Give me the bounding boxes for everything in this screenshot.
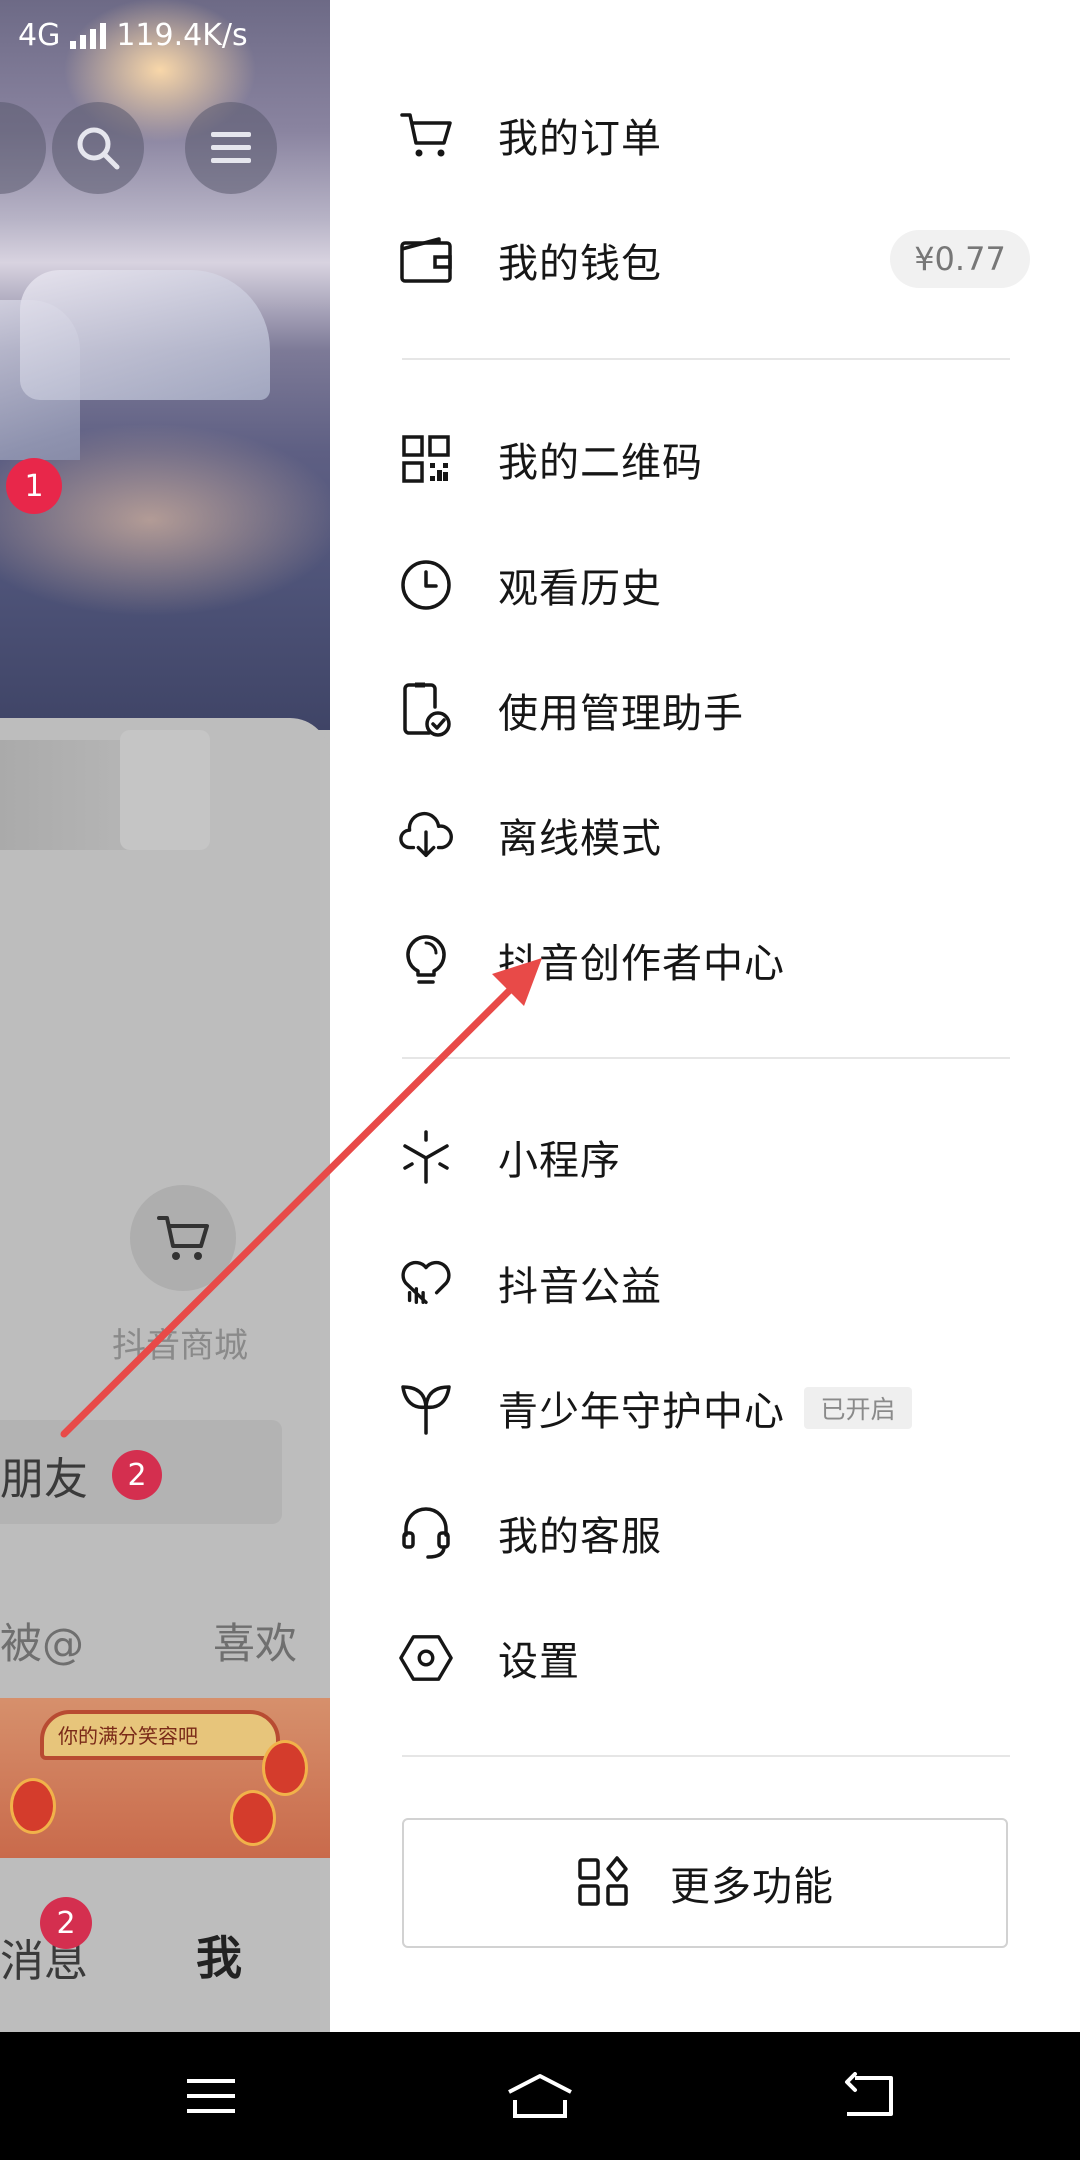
hamburger-icon <box>211 132 251 163</box>
menu-item-teen-protection[interactable]: 青少年守护中心 <box>330 1353 1080 1463</box>
cover-image <box>0 0 330 730</box>
cloud-download-icon <box>398 807 454 863</box>
banner-text: 你的满分笑容吧 <box>58 1724 198 1748</box>
divider <box>402 358 1010 360</box>
drawer-status-area <box>330 0 1080 70</box>
network-speed: 119.4K/s <box>116 18 248 53</box>
status-bar-left: 4G 119.4K/s <box>18 18 248 53</box>
menu-item-label: 我的钱包 <box>498 241 662 287</box>
wallet-balance-badge: ¥0.77 <box>890 230 1030 288</box>
more-features-button[interactable]: 更多功能 <box>402 1818 1008 1948</box>
menu-item-label: 小程序 <box>498 1138 621 1184</box>
clock-icon <box>398 557 454 613</box>
cart-icon <box>157 1216 209 1260</box>
nav-home-button[interactable] <box>495 2056 585 2136</box>
menu-item-label: 青少年守护中心 <box>498 1389 785 1435</box>
menu-item-label: 观看历史 <box>498 566 662 612</box>
menu-item-label: 离线模式 <box>498 816 662 862</box>
profile-page-background[interactable]: 4G 119.4K/s 1 抖音商城 朋友 2 被@ 喜欢 你的满分笑容吧 消息… <box>0 0 330 2032</box>
network-type: 4G <box>18 18 61 53</box>
menu-item-label: 我的客服 <box>498 1514 662 1560</box>
menu-item-usage-assistant[interactable]: 使用管理助手 <box>330 655 1080 765</box>
cover-ice-shape <box>20 270 270 400</box>
more-features-label: 更多功能 <box>670 1864 834 1910</box>
nav-menu-button[interactable] <box>166 2056 256 2136</box>
menu-item-label: 抖音公益 <box>498 1264 662 1310</box>
blurred-username-block <box>120 730 210 850</box>
friends-badge: 2 <box>112 1450 162 1500</box>
menu-item-orders[interactable]: 我的订单 <box>330 80 1080 190</box>
menu-item-label: 我的二维码 <box>498 440 703 486</box>
asterisk-icon <box>398 1129 454 1185</box>
menu-item-charity[interactable]: 抖音公益 <box>330 1228 1080 1338</box>
menu-button[interactable] <box>185 102 277 194</box>
tab-me[interactable]: 我 <box>196 1922 242 1988</box>
tab-mentions[interactable]: 被@ <box>0 1610 84 1671</box>
home-icon <box>508 2074 572 2118</box>
grid-icon <box>576 1854 630 1912</box>
sprout-icon <box>398 1380 454 1436</box>
search-button[interactable] <box>52 102 144 194</box>
nav-back-button[interactable] <box>824 2056 914 2136</box>
headset-icon <box>398 1505 454 1561</box>
divider <box>402 1057 1010 1059</box>
menu-item-customer-service[interactable]: 我的客服 <box>330 1478 1080 1588</box>
menu-item-label: 我的订单 <box>498 116 662 162</box>
menu-item-label: 抖音创作者中心 <box>498 941 785 987</box>
system-nav-bar <box>0 2032 1080 2160</box>
hexagon-settings-icon <box>398 1630 454 1686</box>
side-drawer: 我的订单 我的钱包 ¥0.77 我的二维码 观看历史 使用管理助手 离线模式 抖… <box>330 0 1080 2032</box>
lantern-icon <box>10 1778 56 1834</box>
menu-item-settings[interactable]: 设置 <box>330 1603 1080 1713</box>
menu-item-offline-mode[interactable]: 离线模式 <box>330 780 1080 890</box>
lightbulb-icon <box>398 932 454 988</box>
search-icon <box>77 127 120 170</box>
divider <box>402 1755 1010 1757</box>
menu-item-history[interactable]: 观看历史 <box>330 530 1080 640</box>
menu-item-creator-center[interactable]: 抖音创作者中心 <box>330 905 1080 1015</box>
back-icon <box>845 2072 893 2116</box>
shop-button[interactable] <box>130 1185 236 1291</box>
cart-icon <box>398 107 454 163</box>
qr-code-icon <box>398 431 454 487</box>
lantern-icon <box>262 1740 308 1796</box>
heart-icon <box>398 1255 454 1311</box>
notification-badge: 1 <box>6 458 62 514</box>
wallet-icon <box>398 232 454 288</box>
phone-check-icon <box>398 682 454 738</box>
teen-status-badge: 已开启 <box>804 1387 912 1429</box>
nav-menu-icon <box>187 2079 235 2113</box>
menu-item-label: 设置 <box>498 1639 580 1685</box>
video-thumbnail[interactable]: 你的满分笑容吧 <box>0 1698 330 1858</box>
friends-label: 朋友 <box>0 1454 88 1505</box>
lantern-icon <box>230 1790 276 1846</box>
menu-item-label: 使用管理助手 <box>498 691 744 737</box>
tab-likes[interactable]: 喜欢 <box>213 1610 297 1671</box>
menu-item-qrcode[interactable]: 我的二维码 <box>330 404 1080 514</box>
menu-item-mini-programs[interactable]: 小程序 <box>330 1102 1080 1212</box>
shop-label: 抖音商城 <box>112 1326 248 1366</box>
messages-badge: 2 <box>40 1897 92 1949</box>
signal-icon <box>70 22 107 49</box>
